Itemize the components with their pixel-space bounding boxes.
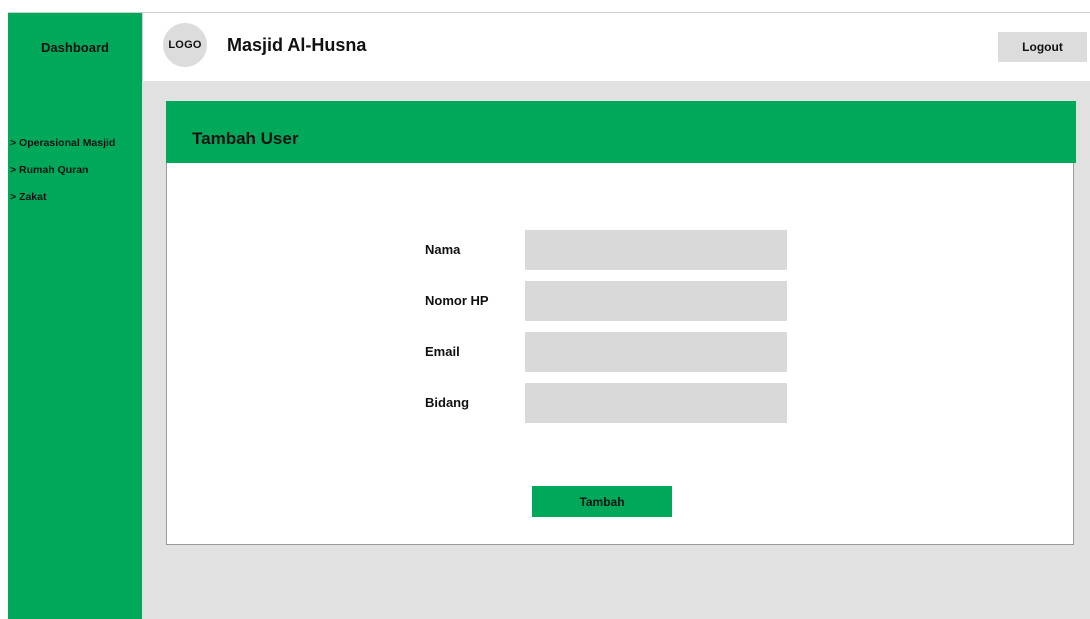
app-screen: Dashboard > Operasional Masjid > Rumah Q…: [8, 12, 1090, 619]
email-input[interactable]: [525, 332, 787, 372]
card-header: Tambah User: [166, 101, 1076, 163]
nomor-hp-label: Nomor HP: [425, 293, 489, 308]
sidebar-item-operasional-masjid[interactable]: > Operasional Masjid: [10, 137, 115, 150]
nama-input[interactable]: [525, 230, 787, 270]
nomor-hp-input[interactable]: [525, 281, 787, 321]
sidebar-item-rumah-quran[interactable]: > Rumah Quran: [10, 164, 115, 177]
sidebar-dashboard-link[interactable]: Dashboard: [8, 13, 142, 81]
logo: LOGO: [163, 23, 207, 67]
top-header: LOGO Masjid Al-Husna Logout: [142, 13, 1090, 81]
sidebar: Dashboard > Operasional Masjid > Rumah Q…: [8, 13, 142, 619]
add-user-card: Tambah User Nama Nomor HP Email Bidang T…: [166, 101, 1076, 545]
sidebar-item-zakat[interactable]: > Zakat: [10, 191, 115, 204]
email-label: Email: [425, 344, 460, 359]
bidang-input[interactable]: [525, 383, 787, 423]
tambah-button[interactable]: Tambah: [532, 486, 672, 517]
form-row-nama: Nama: [167, 230, 1075, 270]
form-row-email: Email: [167, 332, 1075, 372]
sidebar-nav: > Operasional Masjid > Rumah Quran > Zak…: [10, 137, 115, 218]
app-title: Masjid Al-Husna: [227, 35, 367, 55]
logout-button[interactable]: Logout: [998, 32, 1087, 62]
form-row-nomor-hp: Nomor HP: [167, 281, 1075, 321]
bidang-label: Bidang: [425, 395, 470, 410]
page-title: Tambah User: [192, 129, 299, 148]
nama-label: Nama: [425, 242, 461, 257]
form-row-bidang: Bidang: [167, 383, 1075, 423]
